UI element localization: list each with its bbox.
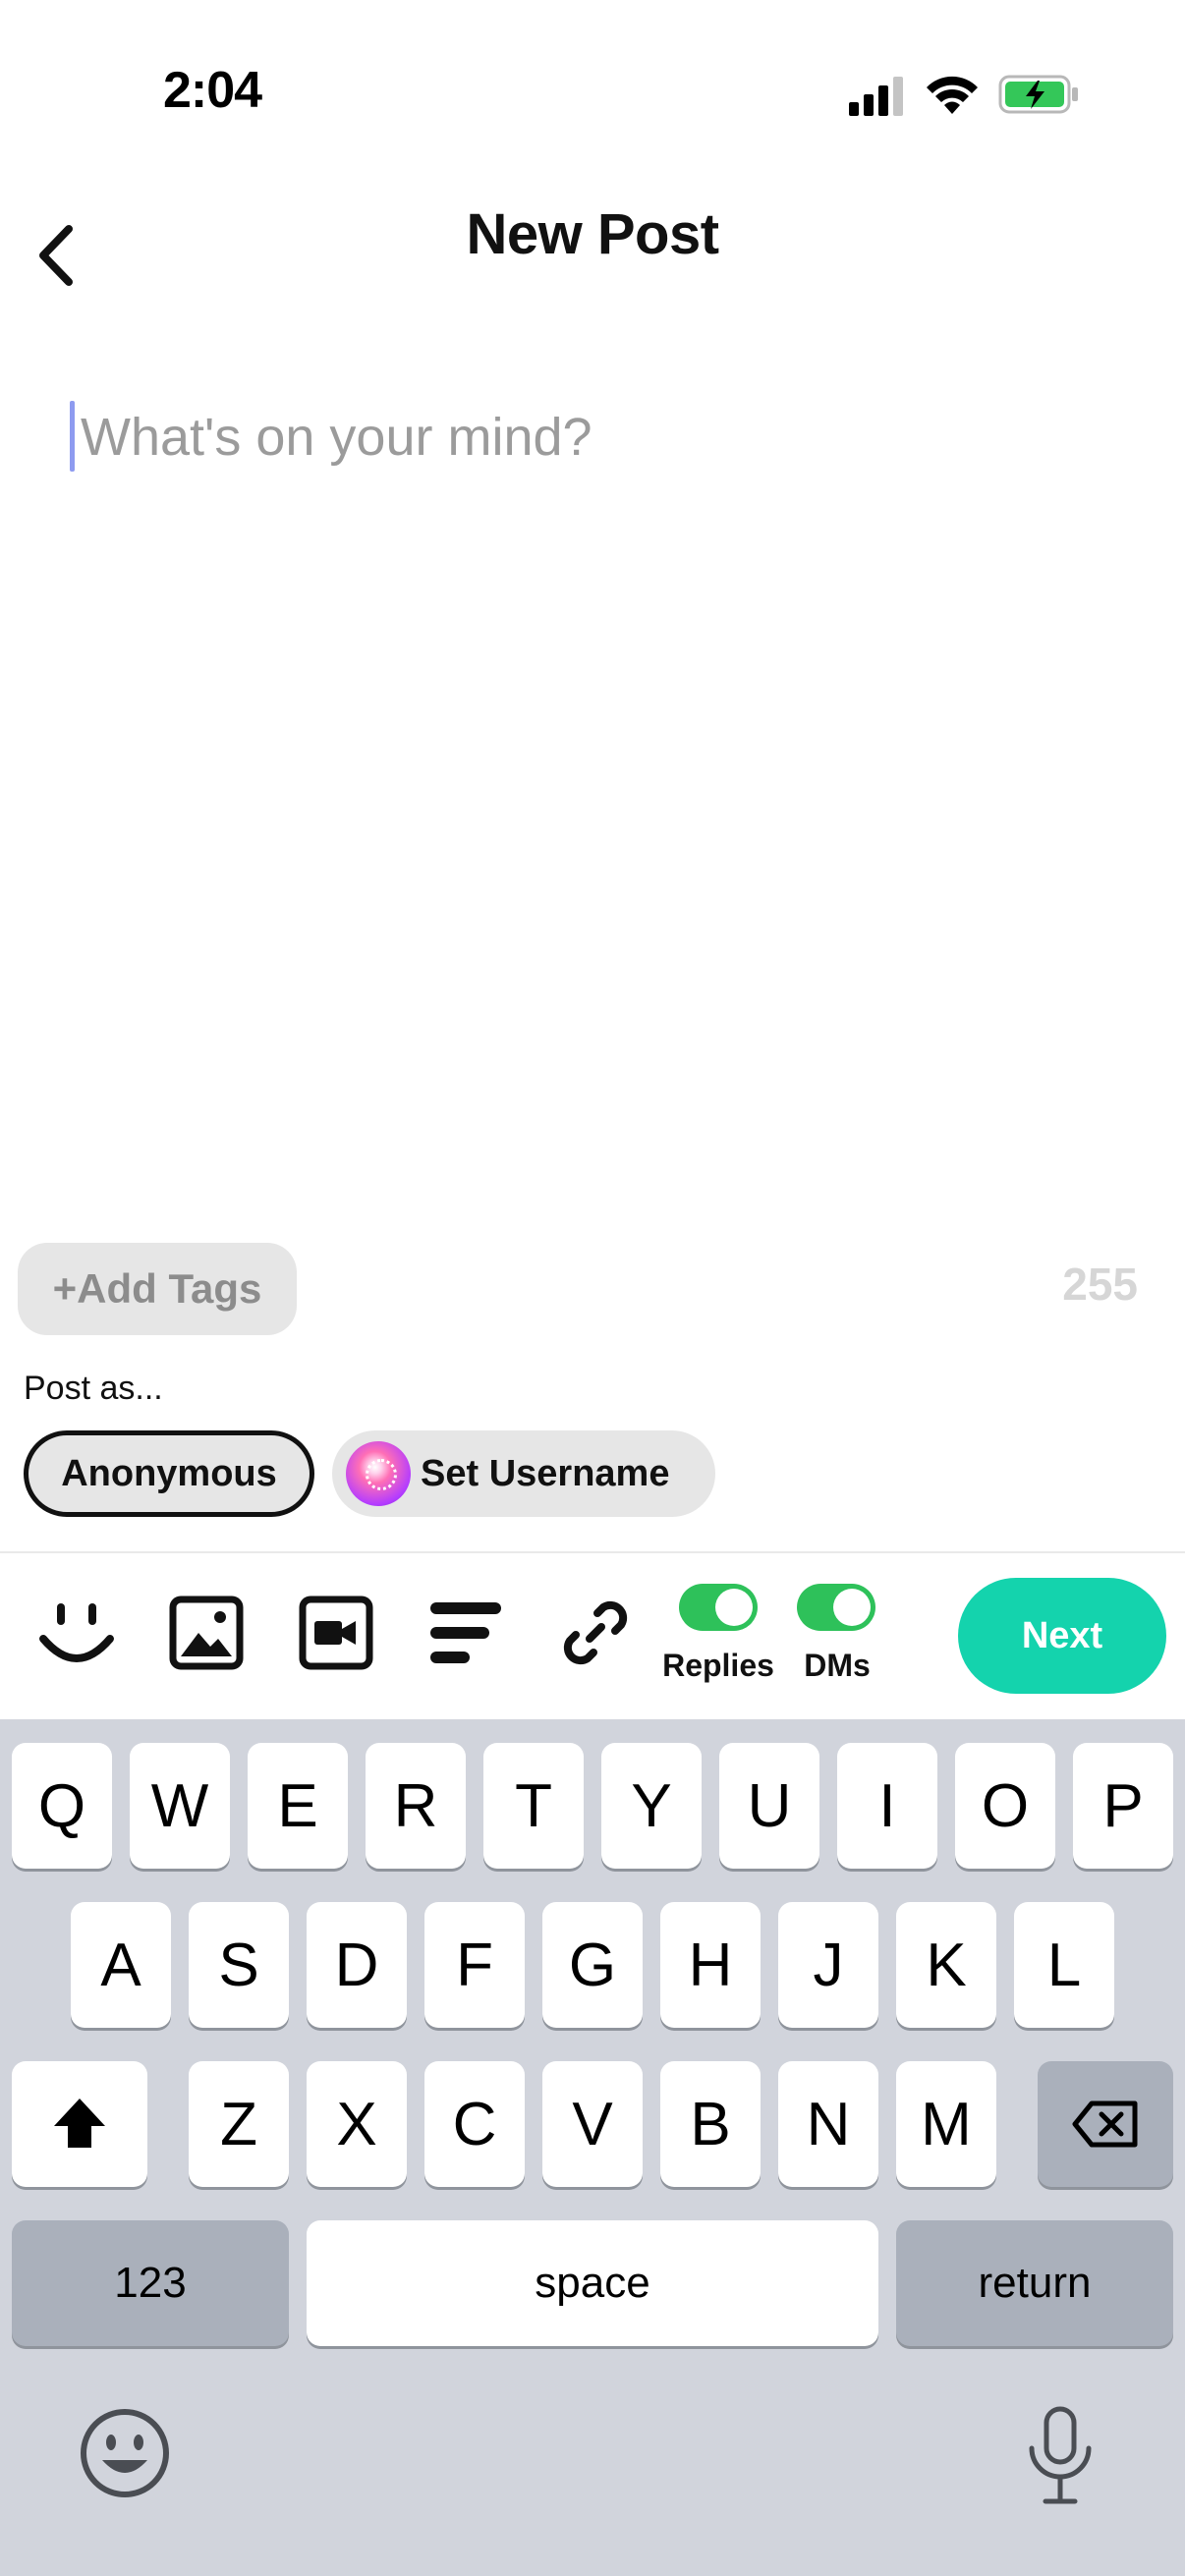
keyboard: Q W E R T Y U I O P A S D F G H J K L Z … bbox=[0, 1719, 1185, 2576]
text-align-icon bbox=[430, 1602, 501, 1663]
text-format-button[interactable] bbox=[424, 1592, 507, 1674]
status-time: 2:04 bbox=[163, 62, 262, 119]
microphone-icon[interactable] bbox=[1022, 2405, 1099, 2507]
link-icon bbox=[563, 1600, 628, 1665]
add-video-button[interactable] bbox=[295, 1592, 377, 1674]
add-image-button[interactable] bbox=[165, 1592, 248, 1674]
cellular-signal-icon bbox=[849, 77, 903, 116]
delete-key[interactable] bbox=[1038, 2061, 1173, 2187]
key-j[interactable]: J bbox=[778, 1902, 878, 2028]
key-k[interactable]: K bbox=[896, 1902, 996, 2028]
page-title: New Post bbox=[466, 202, 719, 266]
key-y[interactable]: Y bbox=[601, 1743, 702, 1869]
image-icon bbox=[169, 1596, 244, 1670]
numbers-key[interactable]: 123 bbox=[12, 2220, 289, 2346]
avatar bbox=[346, 1441, 411, 1506]
character-counter: 255 bbox=[1062, 1259, 1138, 1310]
key-z[interactable]: Z bbox=[189, 2061, 289, 2187]
backspace-icon bbox=[1072, 2100, 1138, 2148]
key-d[interactable]: D bbox=[307, 1902, 407, 2028]
key-i[interactable]: I bbox=[837, 1743, 937, 1869]
post-as-label: Post as... bbox=[24, 1370, 163, 1407]
key-r[interactable]: R bbox=[366, 1743, 466, 1869]
key-v[interactable]: V bbox=[542, 2061, 643, 2187]
key-t[interactable]: T bbox=[483, 1743, 584, 1869]
key-m[interactable]: M bbox=[896, 2061, 996, 2187]
next-button[interactable]: Next bbox=[958, 1578, 1166, 1694]
key-q[interactable]: Q bbox=[12, 1743, 112, 1869]
key-e[interactable]: E bbox=[248, 1743, 348, 1869]
key-c[interactable]: C bbox=[424, 2061, 525, 2187]
key-n[interactable]: N bbox=[778, 2061, 878, 2187]
dms-label: DMs bbox=[804, 1648, 871, 1683]
post-as-anonymous-button[interactable]: Anonymous bbox=[24, 1430, 314, 1517]
set-username-label: Set Username bbox=[421, 1452, 670, 1494]
return-key[interactable]: return bbox=[896, 2220, 1173, 2346]
shift-key[interactable] bbox=[12, 2061, 147, 2187]
post-body-input[interactable] bbox=[81, 393, 1112, 481]
add-tags-button[interactable]: +Add Tags bbox=[18, 1243, 297, 1335]
set-username-button[interactable]: Set Username bbox=[332, 1430, 715, 1517]
key-a[interactable]: A bbox=[71, 1902, 171, 2028]
key-g[interactable]: G bbox=[542, 1902, 643, 2028]
keyboard-emoji-icon[interactable] bbox=[79, 2407, 171, 2499]
battery-charging-icon bbox=[998, 75, 1078, 114]
key-p[interactable]: P bbox=[1073, 1743, 1173, 1869]
toolbar-divider bbox=[0, 1551, 1185, 1553]
emoji-icon bbox=[39, 1603, 114, 1662]
key-o[interactable]: O bbox=[955, 1743, 1055, 1869]
space-key[interactable]: space bbox=[307, 2220, 878, 2346]
text-caret bbox=[70, 401, 75, 472]
key-f[interactable]: F bbox=[424, 1902, 525, 2028]
wifi-icon bbox=[927, 76, 978, 114]
replies-label: Replies bbox=[662, 1648, 774, 1683]
key-h[interactable]: H bbox=[660, 1902, 761, 2028]
key-s[interactable]: S bbox=[189, 1902, 289, 2028]
key-x[interactable]: X bbox=[307, 2061, 407, 2187]
dms-toggle[interactable] bbox=[797, 1584, 875, 1631]
emoji-button[interactable] bbox=[35, 1592, 118, 1674]
video-icon bbox=[299, 1596, 373, 1670]
add-link-button[interactable] bbox=[554, 1592, 637, 1674]
replies-toggle[interactable] bbox=[679, 1584, 758, 1631]
shift-arrow-icon bbox=[54, 2099, 105, 2148]
key-l[interactable]: L bbox=[1014, 1902, 1114, 2028]
key-b[interactable]: B bbox=[660, 2061, 761, 2187]
key-u[interactable]: U bbox=[719, 1743, 819, 1869]
key-w[interactable]: W bbox=[130, 1743, 230, 1869]
replies-toggle-knob bbox=[715, 1589, 753, 1626]
dms-toggle-knob bbox=[833, 1589, 871, 1626]
